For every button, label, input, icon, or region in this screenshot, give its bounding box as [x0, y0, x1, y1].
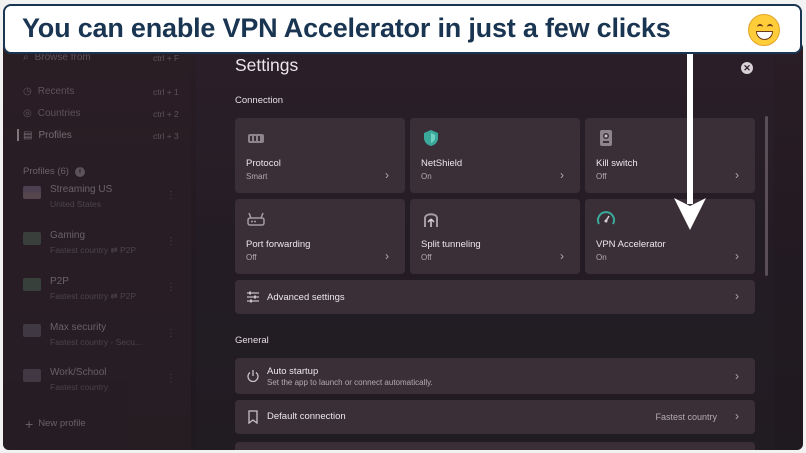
profile-sub: Fastest country: [50, 382, 109, 392]
annotation-arrow-icon: [674, 54, 706, 230]
profile-name: Max security: [50, 322, 107, 333]
setting-tile-protocol[interactable]: Protocol Smart ›: [235, 118, 405, 193]
protocol-icon: [248, 134, 264, 143]
sidebar-item-shortcut: ctrl + 2: [153, 108, 179, 119]
kill-switch-icon: [600, 130, 612, 146]
advanced-settings-button[interactable]: Advanced settings ›: [235, 280, 755, 314]
scrollbar[interactable]: [765, 116, 768, 276]
chevron-right-icon: ›: [735, 409, 739, 423]
chevron-right-icon: ›: [560, 249, 564, 263]
split-tunneling-icon: [424, 213, 438, 227]
auto-startup-button[interactable]: Auto startup Set the app to launch or co…: [235, 358, 755, 394]
tile-value: Off: [596, 172, 607, 181]
chevron-right-icon: ›: [735, 168, 739, 182]
annotation-banner: You can enable VPN Accelerator in just a…: [3, 4, 802, 54]
banner-text: You can enable VPN Accelerator in just a…: [22, 13, 671, 43]
speedometer-icon: [597, 211, 615, 225]
setting-tile-split-tunneling[interactable]: Split tunneling Off ›: [410, 199, 580, 274]
shield-icon: [424, 130, 438, 146]
sidebar-item-label: Profiles: [38, 130, 72, 141]
tile-value: Off: [421, 253, 432, 262]
clock-icon: ◷: [23, 86, 32, 97]
flag-icon: [23, 186, 41, 199]
next-setting-row[interactable]: [235, 442, 755, 450]
default-connection-label: Default connection: [267, 411, 346, 422]
tile-value: Smart: [246, 172, 268, 181]
chevron-right-icon: ›: [735, 369, 739, 383]
more-options-icon[interactable]: ⋮: [166, 328, 176, 339]
new-profile-label: New profile: [38, 418, 86, 429]
tile-value: On: [596, 253, 607, 262]
sidebar-item-shortcut: ctrl + 3: [153, 130, 179, 141]
flag-icon: [23, 232, 41, 245]
profile-name: P2P: [50, 276, 69, 287]
tile-value: On: [421, 172, 432, 181]
sidebar-active-indicator: [17, 129, 19, 141]
sidebar-item-recents[interactable]: ◷ Recents ctrl + 1: [23, 86, 179, 97]
tile-name: Kill switch: [596, 158, 638, 169]
chevron-right-icon: ›: [385, 249, 389, 263]
profile-sub: Fastest country ⇄ P2P: [50, 291, 137, 301]
new-profile-button[interactable]: + New profile: [25, 415, 86, 432]
profiles-heading-label: Profiles (6): [23, 166, 69, 177]
profile-sub: Fastest country - Secu...: [50, 337, 143, 347]
flag-icon: [23, 278, 41, 291]
profile-sub: United States: [50, 199, 102, 209]
section-connection-label: Connection: [235, 95, 284, 106]
sidebar-item-label: Countries: [37, 108, 81, 119]
chevron-right-icon: ›: [385, 168, 389, 182]
profile-name: Streaming US: [50, 184, 113, 195]
plus-icon: +: [25, 415, 34, 432]
emoji-mouth: [756, 31, 773, 40]
grinning-face-emoji-icon: [748, 14, 780, 46]
auto-startup-label: Auto startup: [267, 366, 319, 377]
flag-icon: [23, 369, 41, 382]
tile-name: Protocol: [246, 158, 281, 169]
sidebar-item-profiles[interactable]: ▤ Profiles ctrl + 3: [23, 130, 179, 141]
auto-startup-sub: Set the app to launch or connect automat…: [267, 378, 433, 387]
more-options-icon[interactable]: ⋮: [166, 190, 176, 201]
profiles-heading: Profiles (6) i: [23, 166, 85, 177]
setting-tile-port-forwarding[interactable]: Port forwarding Off ›: [235, 199, 405, 274]
info-icon[interactable]: i: [74, 166, 85, 177]
power-icon: [247, 370, 259, 383]
flag-icon: [23, 324, 41, 337]
tile-name: VPN Accelerator: [596, 239, 666, 250]
tile-name: Split tunneling: [421, 239, 481, 250]
profile-name: Gaming: [50, 230, 86, 241]
default-connection-value: Fastest country: [655, 412, 717, 422]
close-icon[interactable]: ✕: [741, 62, 753, 74]
sidebar-item-shortcut: ctrl + 1: [153, 86, 179, 97]
profiles-icon: ▤: [23, 130, 33, 141]
sidebar: ⌕ Browse from ctrl + F ◷ Recents ctrl + …: [3, 42, 191, 450]
profile-sub: Fastest country ⇄ P2P: [50, 245, 137, 255]
tile-name: NetShield: [421, 158, 463, 169]
emoji-eye: [767, 24, 773, 27]
chevron-right-icon: ›: [735, 249, 739, 263]
profile-name: Work/School: [50, 367, 107, 378]
section-general-label: General: [235, 335, 269, 346]
router-icon: [247, 212, 265, 226]
page-title: Settings: [235, 55, 299, 75]
bookmark-icon: [248, 410, 258, 424]
default-connection-button[interactable]: Default connection Fastest country ›: [235, 400, 755, 434]
advanced-settings-label: Advanced settings: [267, 292, 345, 303]
emoji-eye: [757, 24, 763, 27]
sidebar-item-label: Recents: [37, 86, 75, 97]
more-options-icon[interactable]: ⋮: [166, 236, 176, 247]
tile-name: Port forwarding: [246, 239, 311, 250]
tile-value: Off: [246, 253, 257, 262]
sidebar-search-shortcut: ctrl + F: [153, 52, 180, 63]
more-options-icon[interactable]: ⋮: [166, 373, 176, 384]
more-options-icon[interactable]: ⋮: [166, 282, 176, 293]
chevron-right-icon: ›: [560, 168, 564, 182]
sliders-icon: [247, 291, 259, 303]
globe-icon: ◎: [23, 108, 32, 119]
chevron-right-icon: ›: [735, 289, 739, 303]
sidebar-item-countries[interactable]: ◎ Countries ctrl + 2: [23, 108, 179, 119]
setting-tile-netshield[interactable]: NetShield On ›: [410, 118, 580, 193]
